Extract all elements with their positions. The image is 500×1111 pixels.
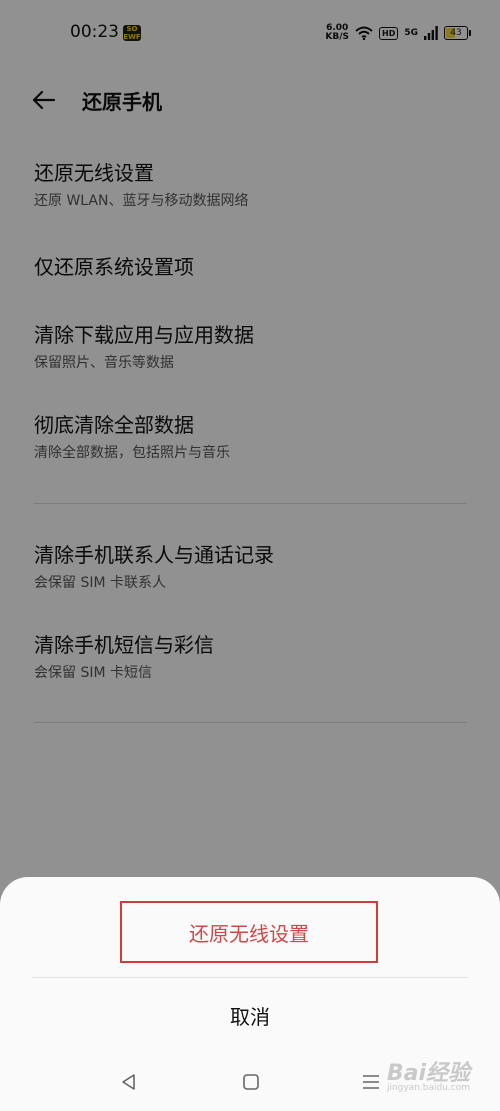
nav-home-button[interactable] <box>240 1071 262 1097</box>
cancel-button[interactable]: 取消 <box>150 989 350 1041</box>
confirm-reset-wireless-button[interactable]: 还原无线设置 <box>120 901 378 963</box>
bottom-sheet: 还原无线设置 取消 Bai经验 jingyan.baidu.com <box>0 877 500 1111</box>
battery-level: 43 <box>450 28 462 38</box>
menu-lines-icon <box>363 1075 379 1089</box>
watermark-url: jingyan.baidu.com <box>386 1083 470 1093</box>
nav-back-button[interactable] <box>118 1071 140 1097</box>
nav-menu-button[interactable] <box>360 1071 382 1097</box>
square-home-icon <box>243 1074 259 1090</box>
sheet-divider <box>32 977 468 978</box>
triangle-back-icon <box>122 1074 135 1090</box>
